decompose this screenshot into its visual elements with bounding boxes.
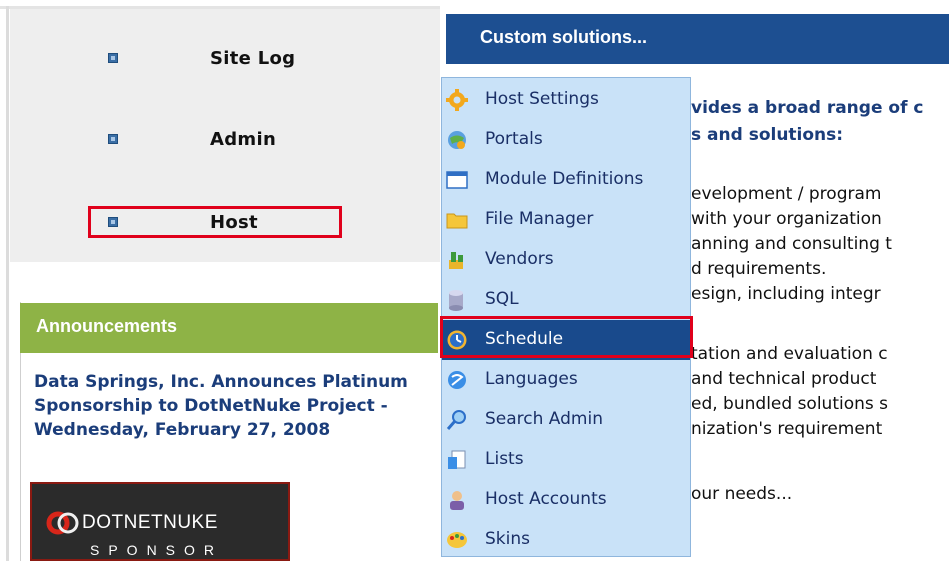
menu-item-label: Module Definitions — [485, 169, 644, 189]
content-text: our needs... — [691, 484, 793, 504]
vendor-icon — [449, 252, 463, 269]
menu-item-label: SQL — [485, 289, 519, 309]
content-text: d requirements. — [691, 259, 827, 279]
content-text: s and solutions: — [691, 125, 844, 145]
content-text: vides a broad range of c — [691, 98, 924, 118]
menu-item-label: File Manager — [485, 209, 594, 229]
menu-item-label: Skins — [485, 529, 530, 549]
lists-icon — [448, 450, 466, 469]
content-text: with your organization — [691, 209, 882, 229]
menu-item-label: Host Accounts — [485, 489, 607, 509]
palette-icon — [447, 532, 467, 548]
content-title: Custom solutions... — [480, 27, 648, 47]
sponsor-line1: DOTNETNUKE — [82, 512, 218, 533]
nav-item-site-log[interactable]: Site Log — [10, 39, 440, 79]
menu-item-skins[interactable]: Skins — [442, 520, 690, 560]
nav-item-label: Admin — [210, 129, 277, 150]
menu-item-vendors[interactable]: Vendors — [442, 240, 690, 280]
sponsor-line2: SPONSOR — [90, 542, 224, 558]
menu-item-label: Host Settings — [485, 89, 599, 109]
database-icon — [449, 290, 463, 311]
menu-item-portals[interactable]: Portals — [442, 120, 690, 160]
content-text: anning and consulting t — [691, 234, 892, 254]
menu-item-file-manager[interactable]: File Manager — [442, 200, 690, 240]
menu-item-lists[interactable]: Lists — [442, 440, 690, 480]
announcements-header: Announcements — [20, 303, 438, 353]
search-icon — [446, 410, 466, 430]
content-text: evelopment / program — [691, 184, 882, 204]
menu-item-search-admin[interactable]: Search Admin — [442, 400, 690, 440]
divider — [6, 6, 9, 561]
sponsor-banner[interactable]: DOTNETNUKE SPONSOR — [30, 482, 290, 561]
menu-item-label: Vendors — [485, 249, 554, 269]
announcement-link[interactable]: Data Springs, Inc. Announces Platinum Sp… — [34, 370, 434, 442]
content-text: and technical product — [691, 369, 877, 389]
menu-item-sql[interactable]: SQL — [442, 280, 690, 320]
menu-item-host-accounts[interactable]: Host Accounts — [442, 480, 690, 520]
languages-icon — [448, 371, 466, 389]
nav-item-admin[interactable]: Admin — [10, 120, 440, 160]
menu-item-host-settings[interactable]: Host Settings — [442, 80, 690, 120]
schedule-highlight-box — [440, 316, 693, 358]
content-header: Custom solutions... — [446, 14, 949, 64]
menu-item-label: Portals — [485, 129, 543, 149]
gear-icon — [446, 89, 468, 111]
menu-item-label: Search Admin — [485, 409, 603, 429]
bullet-icon — [108, 53, 118, 63]
content-text: tation and evaluation c — [691, 344, 888, 364]
bullet-icon — [108, 134, 118, 144]
announcements-title: Announcements — [36, 316, 178, 336]
menu-item-label: Lists — [485, 449, 524, 469]
window-icon — [446, 171, 468, 189]
user-icon — [450, 491, 464, 510]
nav-item-label: Site Log — [210, 48, 296, 69]
content-text: esign, including integr — [691, 284, 881, 304]
menu-item-languages[interactable]: Languages — [442, 360, 690, 400]
folder-icon — [446, 213, 468, 229]
menu-item-label: Languages — [485, 369, 578, 389]
content-text: nization's requirement — [691, 419, 883, 439]
globe-icon — [448, 131, 466, 149]
host-highlight-box — [88, 206, 342, 238]
menu-item-module-definitions[interactable]: Module Definitions — [442, 160, 690, 200]
content-text: ed, bundled solutions s — [691, 394, 889, 414]
dotnetnuke-logo-icon — [46, 511, 79, 535]
